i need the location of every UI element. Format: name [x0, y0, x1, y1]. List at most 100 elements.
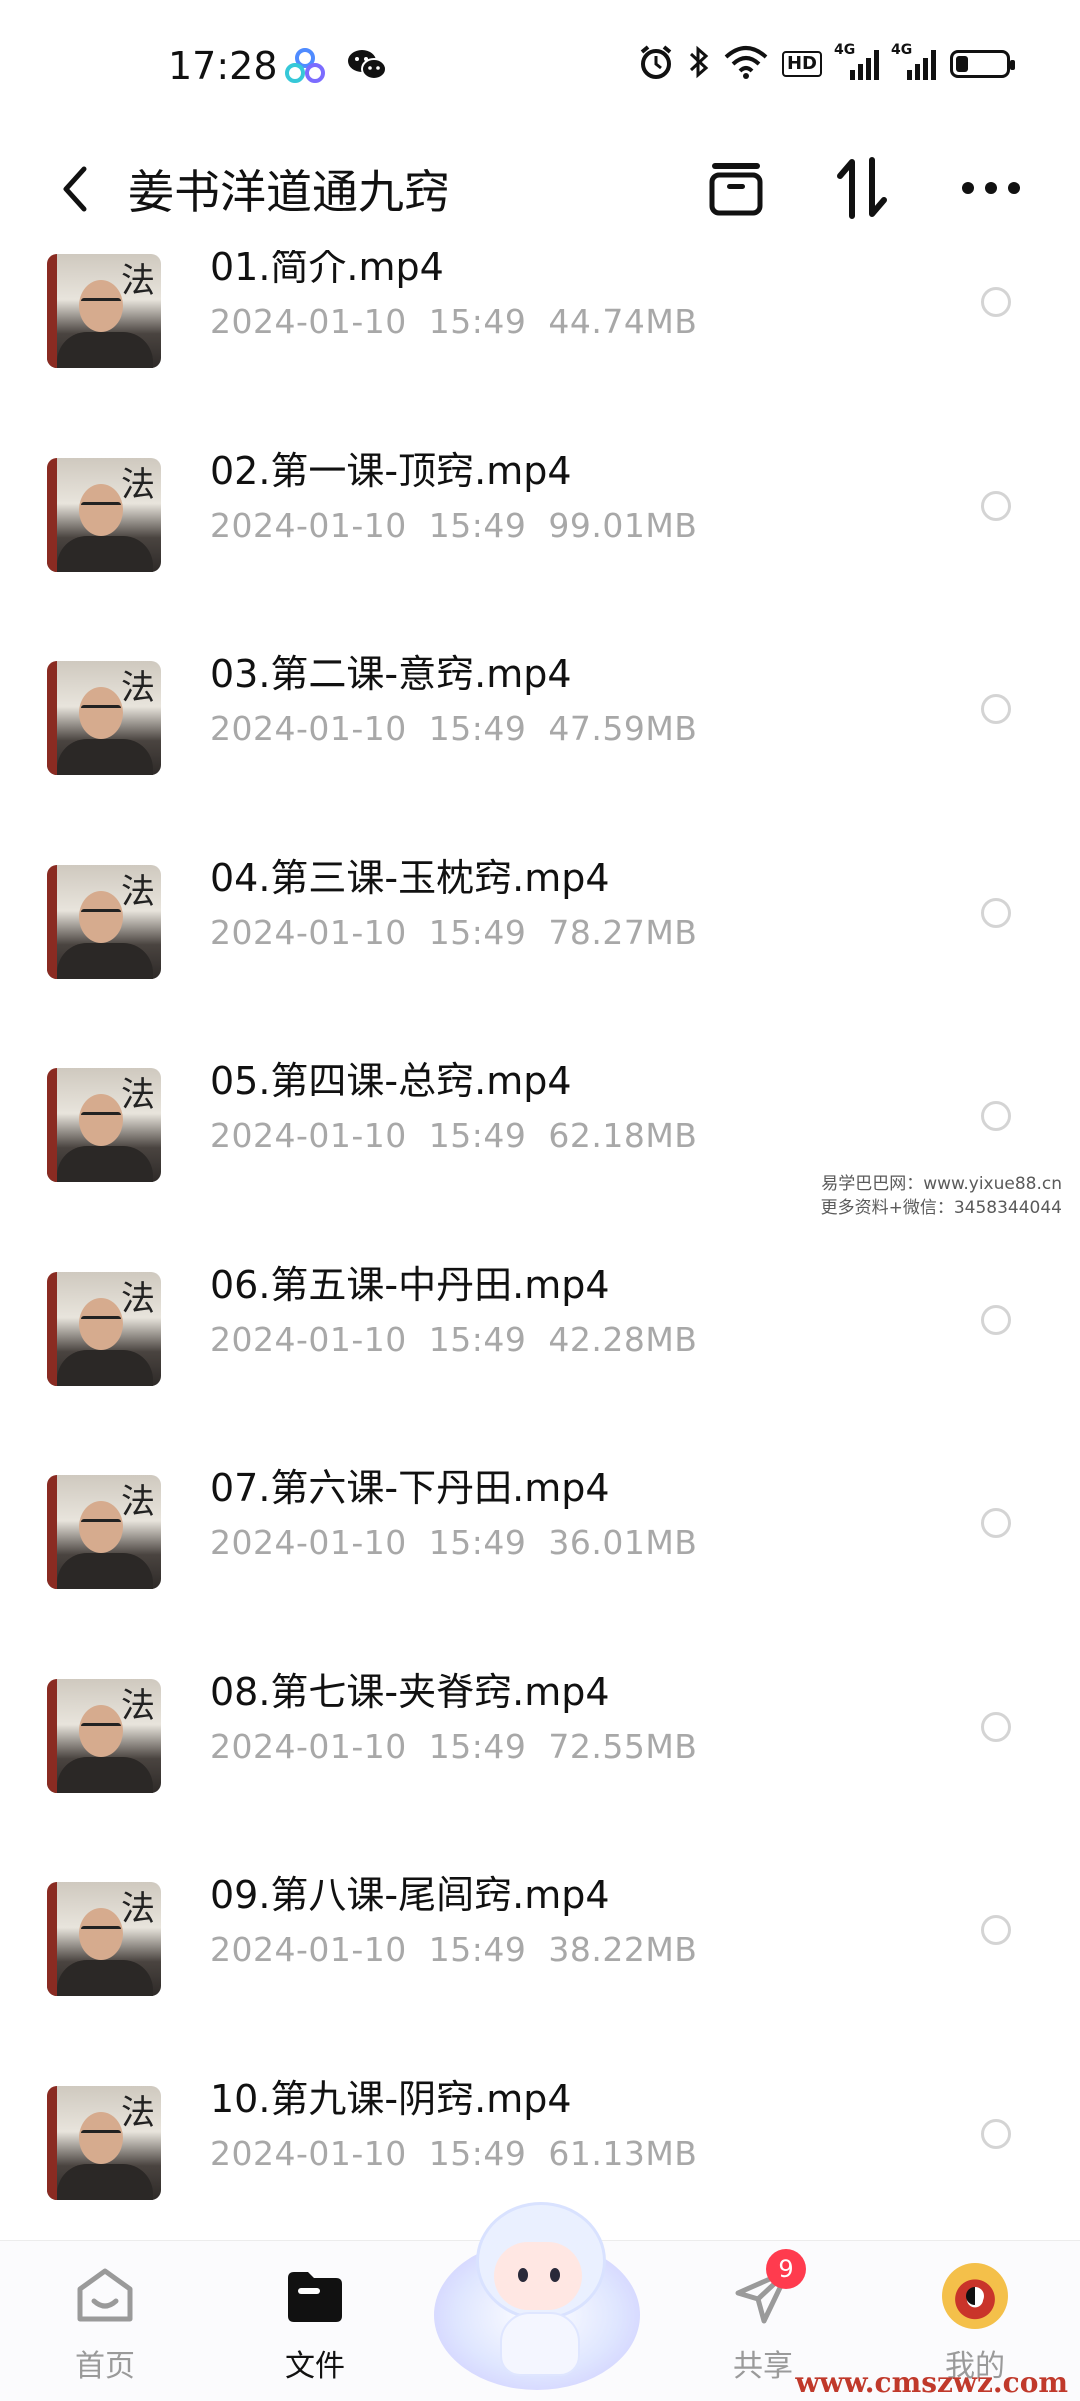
mascot-body [500, 2312, 580, 2376]
sort-icon [837, 157, 887, 219]
home-icon [70, 2261, 140, 2331]
baidu-cloud-icon [285, 48, 325, 88]
file-date: 2024-01-10 [210, 1523, 407, 1562]
file-date: 2024-01-10 [210, 1726, 407, 1766]
folder-icon [280, 2261, 350, 2331]
file-size: 72.55MB [548, 1726, 698, 1766]
sort-button[interactable] [826, 152, 898, 224]
hd-icon: HD [781, 51, 822, 77]
file-time: 15:49 [428, 1116, 527, 1155]
mascot-eye [518, 2268, 528, 2282]
file-time: 15:49 [428, 1726, 527, 1766]
select-radio[interactable] [981, 1101, 1011, 1131]
more-icon [962, 182, 1020, 194]
site-watermark: www.cmszwz.com [795, 2366, 1068, 2399]
file-time: 15:49 [428, 1319, 527, 1359]
file-row[interactable]: 法 10.第九课-阴窍.mp4 2024-01-10 15:49 61.13MB [0, 1992, 1080, 2200]
file-row[interactable]: 法 09.第八课-尾闾窍.mp4 2024-01-10 15:49 38.22MB [0, 1788, 1080, 1996]
file-size: 36.01MB [548, 1523, 698, 1562]
file-row[interactable]: 法 02.第一课-顶窍.mp4 2024-01-10 15:49 99.01MB [0, 364, 1080, 572]
file-name: 06.第五课-中丹田.mp4 [210, 1262, 610, 1307]
page-title: 姜书洋道通九窍 [128, 165, 450, 219]
share-plane-icon: 9 [728, 2249, 806, 2331]
select-radio[interactable] [981, 2118, 1011, 2149]
video-thumbnail: 法 [47, 2085, 161, 2200]
back-button[interactable] [50, 158, 100, 220]
select-button[interactable] [700, 152, 772, 224]
select-radio[interactable] [981, 1304, 1011, 1335]
select-radio[interactable] [981, 1711, 1011, 1742]
profile-avatar-icon [940, 2261, 1010, 2331]
video-thumbnail: 法 [47, 864, 161, 979]
more-button[interactable] [955, 152, 1027, 224]
nav-files-label: 文件 [285, 2349, 345, 2384]
file-meta: 2024-01-10 15:49 36.01MB [210, 1523, 697, 1562]
network-label: 4G [834, 42, 856, 58]
select-radio[interactable] [981, 287, 1011, 317]
file-meta: 2024-01-10 15:49 38.22MB [210, 1930, 697, 1969]
file-date: 2024-01-10 [210, 709, 407, 748]
nav-home[interactable]: 首页 [30, 2261, 180, 2385]
file-size: 42.28MB [548, 1319, 698, 1359]
file-name: 01.简介.mp4 [210, 250, 444, 289]
select-icon [709, 163, 763, 216]
mascot-eye [550, 2268, 560, 2282]
status-right: HD 4G 4G [638, 42, 1015, 84]
file-name: 04.第三课-玉枕窍.mp4 [210, 855, 610, 900]
video-thumbnail: 法 [47, 457, 161, 572]
file-list: 法 01.简介.mp4 2024-01-10 15:49 44.74MB 法 02.第一… [0, 250, 1080, 2240]
file-name: 03.第二课-意窍.mp4 [210, 652, 572, 696]
nav-home-label: 首页 [75, 2349, 135, 2384]
file-time: 15:49 [428, 302, 527, 341]
wifi-icon [724, 45, 768, 83]
file-row[interactable]: 法 08.第七课-夹脊窍.mp4 2024-01-10 15:49 72.55MB [0, 1585, 1080, 1793]
file-row[interactable]: 法 07.第六课-下丹田.mp4 2024-01-10 15:49 36.01MB [0, 1381, 1080, 1589]
battery-icon [950, 50, 1015, 78]
assistant-mascot-icon[interactable] [428, 2180, 648, 2390]
file-date: 2024-01-10 [210, 505, 407, 545]
watermark-line-2: 更多资料+微信：3458344044 [820, 1198, 1062, 1218]
select-radio[interactable] [981, 1508, 1011, 1538]
file-size: 61.13MB [548, 2133, 698, 2173]
file-name: 05.第四课-总窍.mp4 [210, 1059, 572, 1103]
file-date: 2024-01-10 [210, 2133, 407, 2173]
video-thumbnail: 法 [47, 254, 161, 368]
file-meta: 2024-01-10 15:49 72.55MB [210, 1727, 697, 1766]
alarm-icon [638, 44, 674, 84]
file-date: 2024-01-10 [210, 302, 407, 341]
video-thumbnail: 法 [47, 1882, 161, 1996]
video-thumbnail: 法 [47, 1678, 161, 1793]
avatar [942, 2263, 1008, 2329]
status-bar: 17:28 HD 4G 4G [0, 0, 1080, 130]
file-name: 09.第八课-尾闾窍.mp4 [210, 1873, 610, 1917]
top-app-bar: 姜书洋道通九窍 [0, 130, 1080, 250]
select-radio[interactable] [981, 1915, 1011, 1945]
file-name: 08.第七课-夹脊窍.mp4 [210, 1669, 610, 1714]
file-meta: 2024-01-10 15:49 42.28MB [210, 1320, 697, 1359]
file-size: 99.01MB [548, 505, 698, 545]
select-radio[interactable] [981, 490, 1011, 521]
file-date: 2024-01-10 [210, 1319, 407, 1359]
file-row[interactable]: 法 05.第四课-总窍.mp4 2024-01-10 15:49 62.18MB [0, 974, 1080, 1182]
file-row[interactable]: 法 04.第三课-玉枕窍.mp4 2024-01-10 15:49 78.27MB [0, 771, 1080, 979]
file-row[interactable]: 法 01.简介.mp4 2024-01-10 15:49 44.74MB [0, 250, 1080, 368]
file-row[interactable]: 法 03.第二课-意窍.mp4 2024-01-10 15:49 47.59MB [0, 567, 1080, 775]
file-size: 62.18MB [548, 1116, 698, 1155]
select-radio[interactable] [981, 897, 1011, 928]
network-label: 4G [891, 42, 913, 58]
file-date: 2024-01-10 [210, 1116, 407, 1155]
signal-4g-icon: 4G [834, 42, 879, 80]
bluetooth-icon [688, 44, 710, 84]
battery-fill [956, 56, 968, 72]
file-name: 07.第六课-下丹田.mp4 [210, 1466, 610, 1510]
file-meta: 2024-01-10 15:49 47.59MB [210, 709, 697, 748]
file-meta: 2024-01-10 15:49 61.13MB [210, 2134, 697, 2173]
file-name: 10.第九课-阴窍.mp4 [210, 2076, 572, 2121]
file-time: 15:49 [428, 2133, 527, 2173]
nav-files[interactable]: 文件 [240, 2261, 390, 2385]
status-app-icons [285, 48, 387, 88]
select-radio[interactable] [981, 694, 1011, 724]
file-time: 15:49 [428, 709, 527, 748]
file-size: 44.74MB [548, 302, 698, 341]
file-meta: 2024-01-10 15:49 99.01MB [210, 506, 697, 545]
